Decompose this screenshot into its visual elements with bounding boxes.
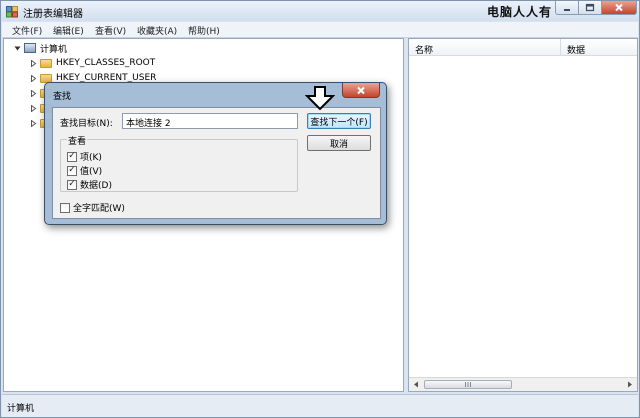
values-checkbox[interactable]: ✓ — [67, 165, 77, 176]
grip-icon — [465, 382, 471, 387]
column-data-header[interactable]: 数据 — [567, 43, 585, 56]
status-path: 计算机 — [7, 404, 35, 414]
cancel-button[interactable]: 取消 — [307, 135, 371, 151]
match-whole-string-row[interactable]: 全字匹配(W) — [60, 201, 125, 214]
close-button[interactable] — [601, 1, 637, 15]
menu-bar: 文件(F) 编辑(E) 查看(V) 收藏夹(A) 帮助(H) — [2, 22, 638, 38]
find-what-input[interactable]: 本地连接 2 — [122, 113, 298, 129]
registry-app-icon — [6, 6, 18, 18]
tree-item-label: HKEY_CLASSES_ROOT — [56, 58, 156, 68]
collapse-icon[interactable] — [14, 45, 21, 52]
dialog-title: 查找 — [53, 92, 72, 102]
menu-edit[interactable]: 编辑(E) — [53, 24, 84, 37]
find-next-button[interactable]: 查找下一个(F) — [307, 113, 371, 129]
window-title: 注册表编辑器 — [23, 9, 83, 20]
scroll-thumb[interactable] — [424, 380, 512, 389]
menu-favorites[interactable]: 收藏夹(A) — [137, 24, 177, 37]
menu-file[interactable]: 文件(F) — [12, 24, 42, 37]
expand-icon[interactable] — [30, 119, 37, 127]
keys-checkbox-label: 项(K) — [80, 153, 102, 163]
column-separator[interactable] — [560, 39, 561, 56]
scroll-right-button[interactable] — [624, 379, 636, 390]
data-checkbox-row[interactable]: ✓ 数据(D) — [67, 178, 112, 191]
scroll-left-icon — [414, 381, 418, 388]
computer-icon — [24, 43, 36, 53]
data-checkbox-label: 数据(D) — [80, 181, 112, 191]
watermark-text: 电脑人人有 — [487, 5, 553, 19]
keys-checkbox-row[interactable]: ✓ 项(K) — [67, 150, 102, 163]
values-checkbox-label: 值(V) — [80, 167, 103, 177]
data-checkbox[interactable]: ✓ — [67, 179, 77, 190]
title-bar[interactable]: 注册表编辑器 电脑人人有 — [1, 1, 639, 21]
expand-icon[interactable] — [30, 89, 37, 97]
expand-icon[interactable] — [30, 59, 37, 67]
column-name-header[interactable]: 名称 — [415, 43, 433, 56]
scroll-right-icon — [628, 381, 632, 388]
find-what-label: 查找目标(N): — [60, 119, 113, 129]
tree-root-computer[interactable]: 计算机 — [14, 41, 67, 55]
dialog-body: 查找目标(N): 本地连接 2 查找下一个(F) 取消 查看 ✓ 项(K) ✓ … — [52, 107, 381, 219]
values-pane[interactable]: 名称 数据 — [408, 38, 638, 392]
down-arrow-icon — [305, 86, 335, 110]
check-icon: ✓ — [68, 165, 76, 175]
horizontal-scrollbar[interactable] — [409, 377, 637, 391]
look-at-title: 查看 — [67, 134, 88, 147]
values-checkbox-row[interactable]: ✓ 值(V) — [67, 164, 102, 177]
scroll-left-button[interactable] — [410, 379, 422, 390]
status-bar: 计算机 — [2, 394, 638, 417]
expand-icon[interactable] — [30, 104, 37, 112]
dialog-close-button[interactable] — [342, 83, 380, 98]
maximize-icon — [585, 3, 595, 12]
keys-checkbox[interactable]: ✓ — [67, 151, 77, 162]
match-whole-string-checkbox[interactable] — [60, 202, 70, 213]
check-icon: ✓ — [68, 151, 76, 161]
tree-item-hkey-classes-root[interactable]: HKEY_CLASSES_ROOT — [30, 56, 155, 70]
menu-view[interactable]: 查看(V) — [95, 24, 126, 37]
close-icon — [615, 3, 623, 12]
menu-help[interactable]: 帮助(H) — [188, 24, 220, 37]
check-icon: ✓ — [68, 179, 76, 189]
column-header: 名称 数据 — [409, 39, 637, 56]
minimize-icon — [564, 8, 570, 11]
folder-icon — [40, 58, 52, 68]
minimize-button[interactable] — [555, 1, 579, 15]
close-icon — [357, 86, 365, 94]
match-whole-string-label: 全字匹配(W) — [73, 204, 125, 214]
maximize-button[interactable] — [578, 1, 602, 15]
expand-icon[interactable] — [30, 74, 37, 82]
tree-root-label: 计算机 — [40, 44, 68, 55]
find-dialog[interactable]: 查找 查找目标(N): 本地连接 2 查找下一个(F) 取消 查看 ✓ 项(K)… — [44, 82, 387, 225]
